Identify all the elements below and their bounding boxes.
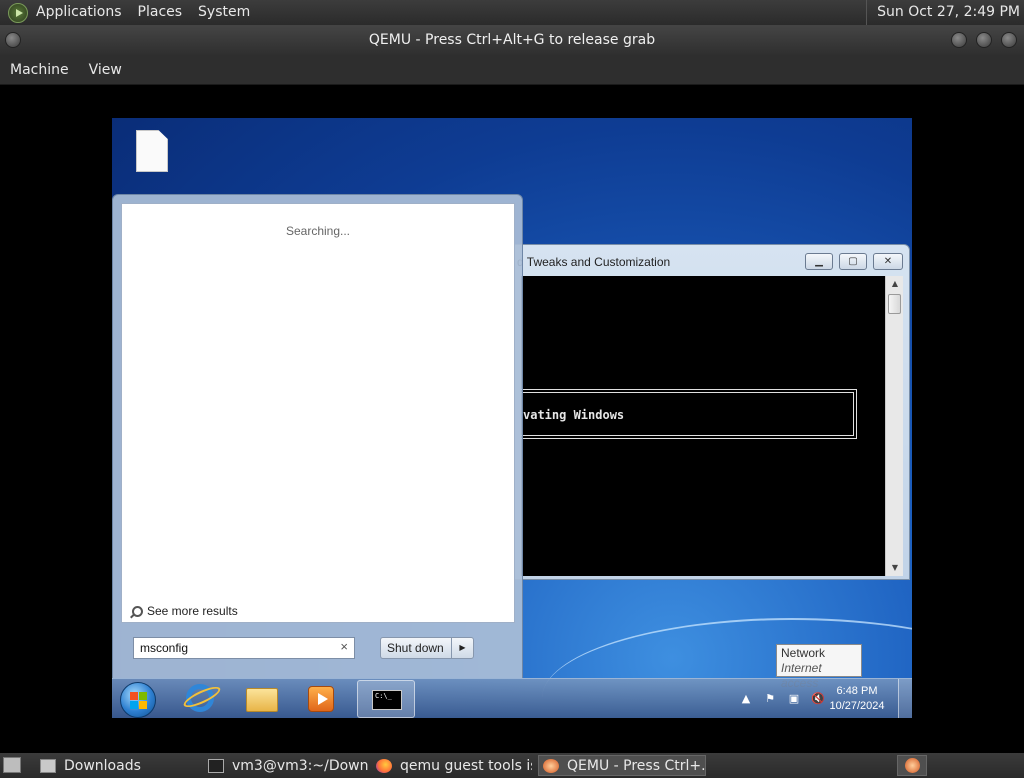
taskbar-explorer[interactable] [232, 680, 290, 718]
notification-area-qemu[interactable] [897, 755, 927, 776]
panel-clock[interactable]: Sun Oct 27, 2:49 PM [866, 0, 1020, 25]
system-tray: ▲ ⚑ ▣ 🔇 [734, 679, 830, 718]
folder-icon [40, 758, 56, 773]
taskbar-cmd[interactable]: C:\_ [357, 680, 415, 718]
terminal-icon [208, 758, 224, 773]
show-desktop-icon[interactable] [3, 757, 21, 773]
console-window[interactable]: d Tweaks and Customization ▁ ▢ ✕ vating … [510, 244, 910, 580]
internet-explorer-icon [186, 684, 214, 712]
close-icon[interactable] [1001, 32, 1017, 48]
console-minimize-icon[interactable]: ▁ [805, 253, 833, 270]
maximize-icon[interactable] [976, 32, 992, 48]
command-prompt-icon: C:\_ [372, 690, 402, 710]
qemu-title-bar[interactable]: QEMU - Press Ctrl+Alt+G to release grab [0, 25, 1024, 55]
qemu-menu-bar: Machine View [0, 55, 1024, 85]
show-hidden-icons-icon[interactable]: ▲ [738, 691, 754, 707]
start-button[interactable] [120, 682, 156, 718]
shut-down-label: Shut down [387, 641, 444, 655]
task-downloads[interactable]: Downloads [36, 755, 196, 776]
network-icon[interactable]: ▣ [786, 691, 802, 707]
media-player-icon [308, 686, 334, 712]
task-qemu[interactable]: QEMU - Press Ctrl+... [538, 755, 706, 776]
console-window-title: d Tweaks and Customization [517, 255, 671, 269]
taskbar-media-player[interactable] [292, 680, 350, 718]
window-menu-icon[interactable] [5, 32, 21, 48]
tray-clock[interactable]: 6:48 PM 10/27/2024 [824, 684, 890, 714]
bottom-panel: Downloads vm3@vm3:~/Downl... qemu guest … [0, 753, 1024, 778]
clear-search-icon[interactable]: × [340, 639, 348, 654]
windows-taskbar: C:\_ ▲ ⚑ ▣ 🔇 6:48 PM 10/27/2024 [112, 678, 912, 718]
scroll-up-icon[interactable]: ▲ [886, 276, 904, 292]
minimize-icon[interactable] [951, 32, 967, 48]
network-tooltip-title: Network [781, 646, 826, 660]
console-scrollbar[interactable]: ▲ ▼ [885, 276, 903, 576]
search-results-pane: Searching... See more results [121, 203, 515, 623]
network-tooltip: Network Internet access [776, 644, 862, 690]
task-terminal[interactable]: vm3@vm3:~/Downl... [204, 755, 368, 776]
windows-logo-icon [130, 692, 138, 700]
task-firefox[interactable]: qemu guest tools is... [372, 755, 532, 776]
searching-status: Searching... [285, 224, 351, 238]
menu-places[interactable]: Places [130, 0, 191, 25]
console-output[interactable]: vating Windows [521, 276, 885, 576]
scroll-down-icon[interactable]: ▼ [886, 560, 904, 576]
task-label: vm3@vm3:~/Downl... [232, 757, 368, 774]
tray-date: 10/27/2024 [829, 700, 885, 712]
applications-logo-icon[interactable] [8, 2, 28, 23]
menu-machine[interactable]: Machine [0, 62, 79, 78]
scroll-thumb[interactable] [888, 294, 901, 314]
qemu-tray-icon [905, 758, 920, 773]
top-panel: Applications Places System Sun Oct 27, 2… [0, 0, 1024, 25]
taskbar-internet-explorer[interactable] [172, 680, 230, 718]
see-more-results-link[interactable]: See more results [132, 604, 238, 618]
start-menu: Searching... See more results msconfig ×… [112, 194, 523, 679]
desktop-file-icon[interactable] [136, 130, 168, 172]
action-center-flag-icon[interactable]: ⚑ [762, 691, 778, 707]
task-label: qemu guest tools is... [400, 757, 532, 774]
tray-time: 6:48 PM [836, 685, 878, 697]
shut-down-options-arrow-icon[interactable]: ▶ [451, 638, 473, 658]
task-label: QEMU - Press Ctrl+... [567, 757, 706, 774]
qemu-window-title: QEMU - Press Ctrl+Alt+G to release grab [368, 32, 656, 48]
search-icon [132, 605, 143, 617]
show-desktop-button[interactable] [898, 679, 912, 718]
start-search-input[interactable]: msconfig × [133, 637, 355, 659]
folder-icon [246, 688, 278, 712]
qemu-icon [543, 758, 559, 773]
shut-down-button[interactable]: Shut down ▶ [380, 637, 474, 659]
see-more-label: See more results [147, 604, 238, 618]
menu-system[interactable]: System [190, 0, 258, 25]
menu-view[interactable]: View [79, 62, 132, 78]
task-label: Downloads [64, 757, 141, 774]
start-search-value: msconfig [140, 641, 189, 655]
console-close-icon[interactable]: ✕ [873, 253, 903, 270]
console-line: vating Windows [523, 408, 625, 422]
guest-screen[interactable]: d Tweaks and Customization ▁ ▢ ✕ vating … [112, 118, 912, 718]
firefox-icon [376, 758, 392, 773]
menu-applications[interactable]: Applications [28, 0, 130, 25]
top-menu: Applications Places System [28, 0, 258, 25]
console-maximize-icon[interactable]: ▢ [839, 253, 867, 270]
